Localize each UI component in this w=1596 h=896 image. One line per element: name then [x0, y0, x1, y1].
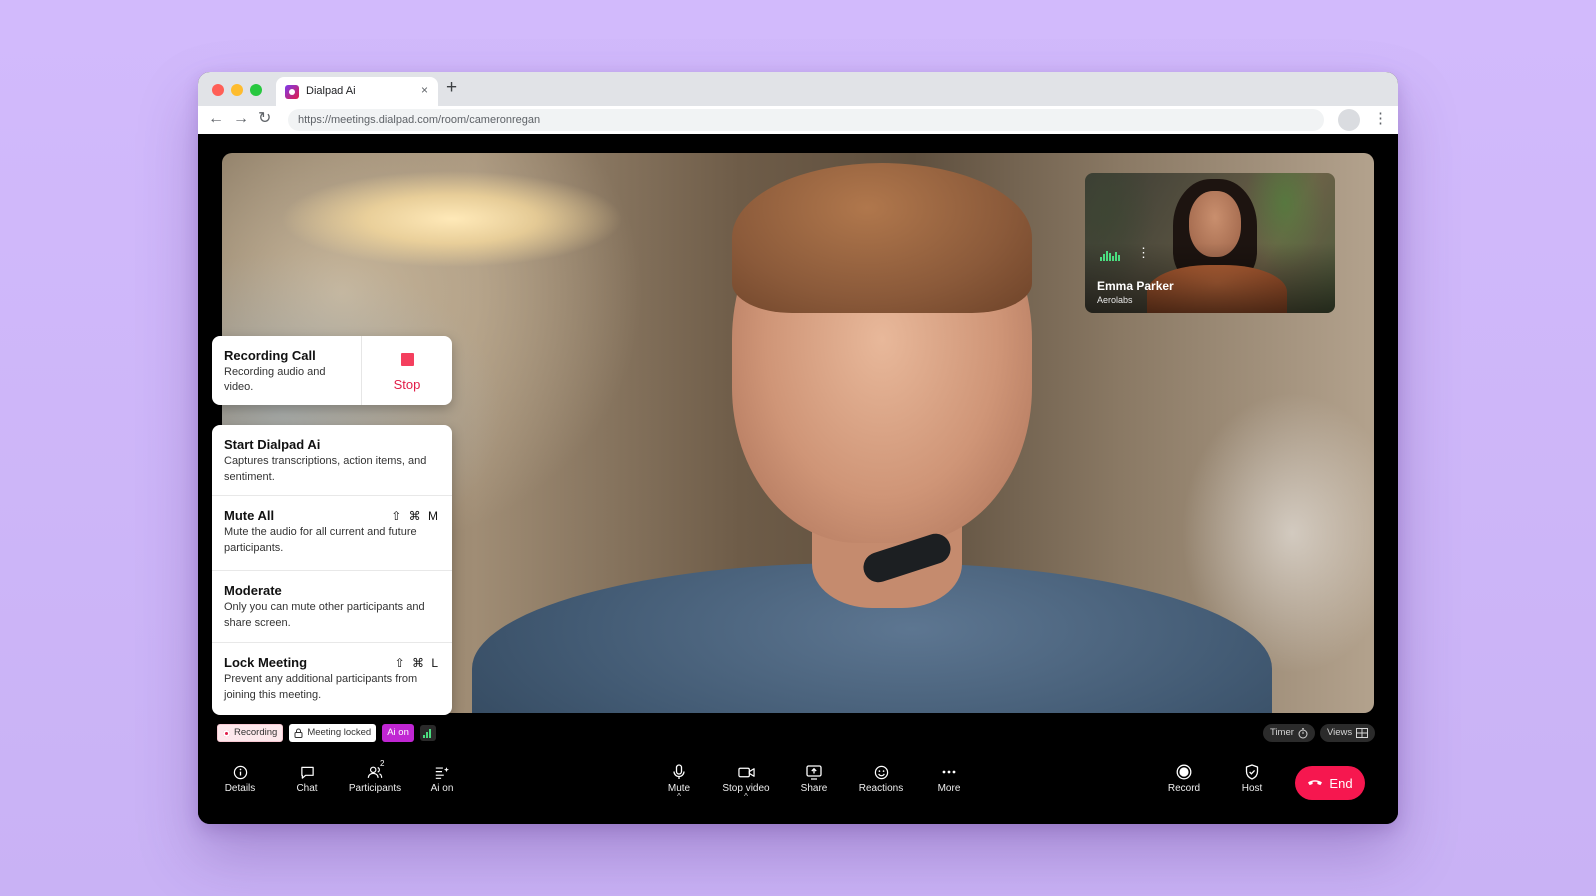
- menu-item-title: Start Dialpad Ai: [224, 437, 321, 452]
- lock-icon: [294, 728, 303, 738]
- end-call-button[interactable]: End: [1295, 766, 1365, 800]
- tab-title: Dialpad Ai: [306, 85, 356, 97]
- shield-icon: [1245, 764, 1259, 780]
- menu-item-title: Mute All: [224, 508, 275, 523]
- tile-more-icon[interactable]: ⋮: [1137, 245, 1150, 261]
- host-label: Host: [1241, 783, 1263, 794]
- menu-item-description: Only you can mute other participants and…: [224, 601, 425, 629]
- record-label: Record: [1167, 783, 1201, 794]
- profile-avatar[interactable]: [1338, 109, 1360, 131]
- reactions-label: Reactions: [858, 783, 904, 794]
- tab-bar: Dialpad Ai × +: [198, 72, 1398, 106]
- end-label: End: [1329, 775, 1353, 791]
- menu-item-moderate[interactable]: Moderate Only you can mute other partici…: [212, 571, 452, 642]
- video-options-chevron-icon[interactable]: ^: [711, 792, 781, 801]
- info-icon: [233, 765, 247, 779]
- meeting-locked-label: Meeting locked: [307, 727, 372, 738]
- views-label: Views: [1327, 727, 1353, 738]
- details-label: Details: [224, 783, 256, 794]
- speaker-hair: [732, 163, 1032, 313]
- browser-menu-icon[interactable]: ⋮: [1373, 109, 1388, 127]
- timer-label: Timer: [1270, 727, 1294, 738]
- stop-label: Stop: [393, 377, 421, 392]
- host-menu: Start Dialpad Ai Captures transcriptions…: [212, 425, 452, 715]
- stop-icon: [401, 353, 414, 366]
- participant-tile[interactable]: ⋮ Emma Parker Aerolabs: [1085, 173, 1335, 313]
- reactions-button[interactable]: Reactions: [846, 764, 916, 794]
- grid-view-icon: [1356, 728, 1369, 738]
- back-icon[interactable]: ←: [208, 110, 224, 128]
- browser-toolbar: ← → ↻ https://meetings.dialpad.com/room/…: [198, 106, 1398, 134]
- close-window-button[interactable]: [212, 84, 224, 96]
- meeting-locked-badge: Meeting locked: [289, 724, 377, 742]
- record-button[interactable]: Record: [1149, 764, 1219, 794]
- details-button[interactable]: Details: [205, 764, 275, 794]
- stop-video-button[interactable]: Stop video ^: [711, 764, 781, 801]
- more-label: More: [937, 783, 961, 794]
- mute-button[interactable]: Mute ^: [644, 764, 714, 801]
- recording-title: Recording Call: [224, 348, 316, 363]
- signal-strength-icon: [419, 725, 436, 741]
- status-badges: Recording Meeting locked Ai on: [217, 724, 436, 742]
- participant-count: 2: [380, 759, 385, 768]
- smiley-icon: [874, 765, 888, 779]
- participant-org: Aerolabs: [1097, 295, 1133, 305]
- stop-recording-button[interactable]: Stop: [362, 336, 452, 405]
- menu-item-lock-meeting[interactable]: Lock Meeting ⇧ ⌘ L Prevent any additiona…: [212, 643, 452, 715]
- record-dot-icon: [223, 729, 230, 737]
- recording-badge-label: Recording: [234, 727, 278, 738]
- forward-icon[interactable]: →: [233, 110, 249, 128]
- timer-button[interactable]: Timer: [1263, 724, 1315, 742]
- recording-badge: Recording: [217, 724, 284, 742]
- video-camera-icon: [737, 767, 755, 777]
- browser-tab[interactable]: Dialpad Ai ×: [276, 77, 438, 106]
- recording-card: Recording Call Recording audio and video…: [212, 336, 452, 405]
- dialpad-favicon-icon: [285, 85, 299, 99]
- ai-icon: [435, 766, 449, 779]
- share-button[interactable]: Share: [779, 764, 849, 794]
- share-screen-icon: [806, 764, 822, 780]
- menu-item-shortcut: ⇧ ⌘ M: [391, 509, 440, 523]
- menu-item-mute-all[interactable]: Mute All ⇧ ⌘ M Mute the audio for all cu…: [212, 496, 452, 570]
- mute-options-chevron-icon[interactable]: ^: [644, 792, 714, 801]
- more-horizontal-icon: [942, 770, 956, 774]
- views-button[interactable]: Views: [1320, 724, 1376, 742]
- menu-item-start-dialpad-ai[interactable]: Start Dialpad Ai Captures transcriptions…: [212, 425, 452, 495]
- address-bar[interactable]: https://meetings.dialpad.com/room/camero…: [288, 109, 1324, 131]
- minimize-window-button[interactable]: [231, 84, 243, 96]
- menu-item-description: Captures transcriptions, action items, a…: [224, 455, 427, 483]
- tab-close-icon[interactable]: ×: [421, 83, 428, 97]
- ai-on-control-label: Ai on: [430, 783, 454, 794]
- participant-name: Emma Parker: [1097, 279, 1174, 293]
- ai-on-button[interactable]: Ai on: [407, 764, 477, 794]
- browser-window: Dialpad Ai × + ← → ↻ https://meetings.di…: [198, 72, 1398, 824]
- maximize-window-button[interactable]: [250, 84, 262, 96]
- chat-button[interactable]: Chat: [272, 764, 342, 794]
- chat-label: Chat: [296, 783, 318, 794]
- hang-up-icon: [1308, 780, 1323, 786]
- stopwatch-icon: [1298, 727, 1308, 738]
- microphone-icon: [673, 764, 685, 779]
- participants-button[interactable]: 2 Participants: [340, 759, 410, 794]
- more-button[interactable]: More: [914, 764, 984, 794]
- record-icon: [1176, 764, 1192, 780]
- menu-item-description: Mute the audio for all current and futur…: [224, 526, 417, 554]
- meeting-app: ⋮ Emma Parker Aerolabs Recording Call Re…: [198, 134, 1398, 824]
- ai-on-badge: Ai on: [382, 724, 414, 742]
- chat-icon: [300, 766, 314, 779]
- participants-label: Participants: [348, 783, 402, 794]
- menu-item-description: Prevent any additional participants from…: [224, 673, 418, 701]
- audio-level-icon: [1100, 251, 1120, 261]
- menu-item-title: Lock Meeting: [224, 655, 308, 670]
- recording-description: Recording audio and video.: [224, 366, 326, 393]
- host-button[interactable]: Host: [1217, 764, 1287, 794]
- reload-icon[interactable]: ↻: [258, 110, 271, 128]
- ai-on-label: Ai on: [387, 727, 409, 738]
- menu-item-title: Moderate: [224, 583, 282, 598]
- menu-item-shortcut: ⇧ ⌘ L: [394, 656, 440, 670]
- share-label: Share: [800, 783, 828, 794]
- new-tab-button[interactable]: +: [446, 77, 457, 99]
